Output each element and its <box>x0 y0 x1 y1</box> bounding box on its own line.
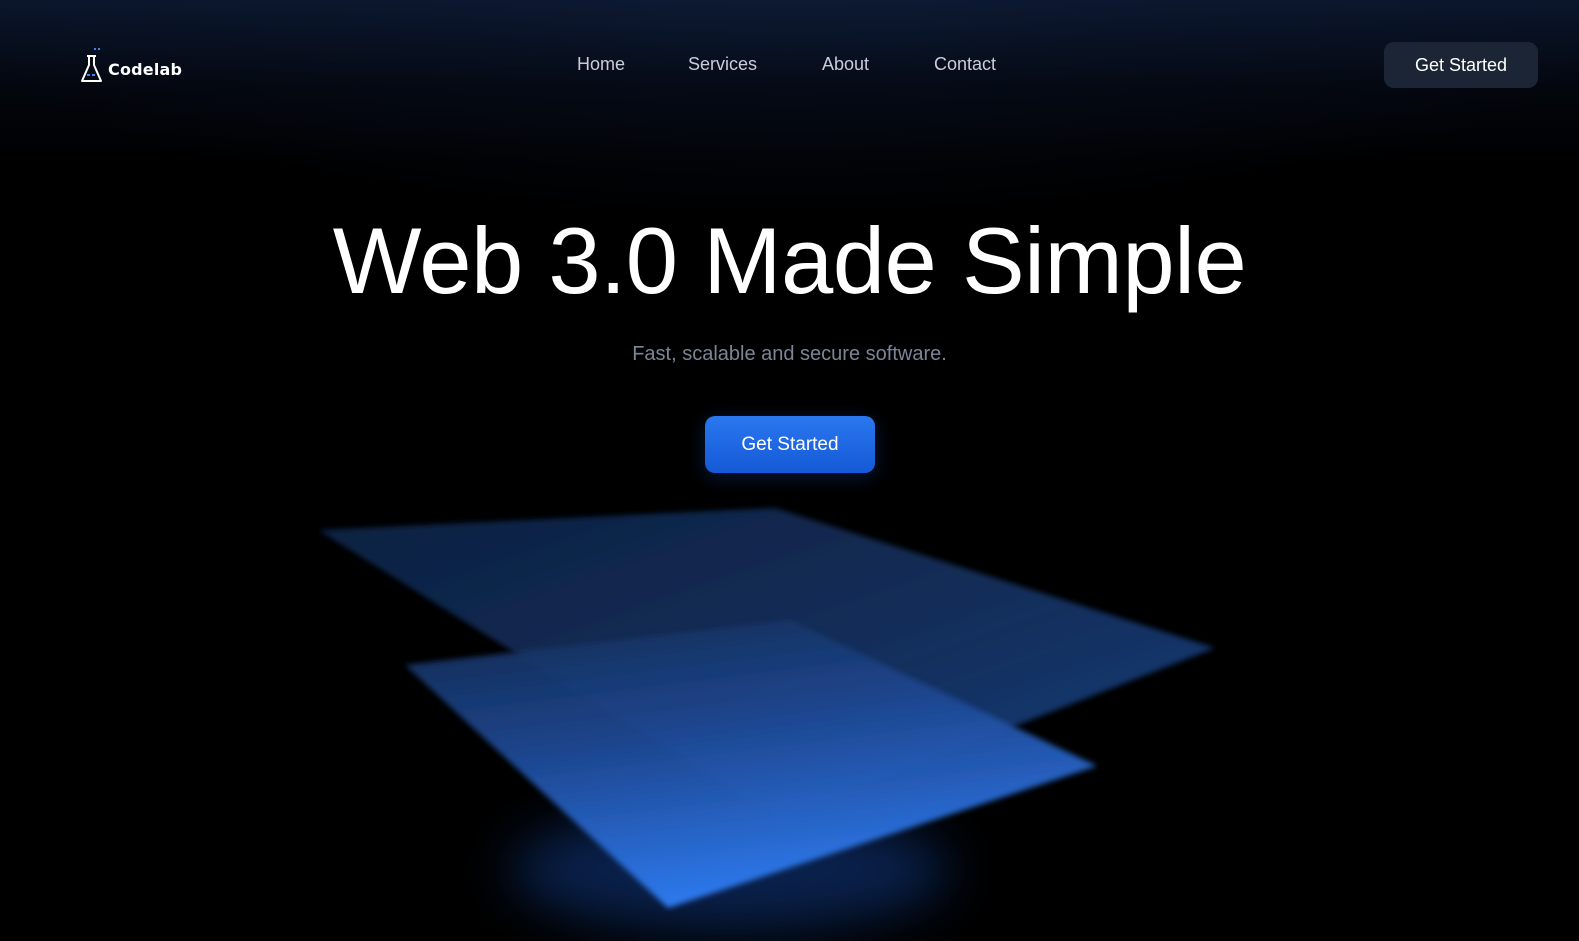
hero-get-started-button[interactable]: Get Started <box>705 416 875 473</box>
hero-title: Web 3.0 Made Simple <box>332 208 1247 313</box>
hero-subtitle: Fast, scalable and secure software. <box>632 343 947 365</box>
nav-link-home[interactable]: Home <box>577 54 625 75</box>
top-glow <box>0 0 1579 160</box>
back-plane <box>318 508 1215 818</box>
front-plane <box>405 620 1097 908</box>
plane-glow <box>510 810 950 930</box>
brand-name: Codelab <box>108 59 183 79</box>
nav-link-contact[interactable]: Contact <box>934 54 996 75</box>
landing-page: Codelab Home Services About Contact Get … <box>0 0 1579 941</box>
flask-icon <box>81 48 102 82</box>
brand-logo[interactable]: Codelab <box>79 46 182 86</box>
nav-get-started-button[interactable]: Get Started <box>1384 42 1538 88</box>
nav-link-about[interactable]: About <box>822 54 869 75</box>
nav-link-services[interactable]: Services <box>688 54 757 75</box>
